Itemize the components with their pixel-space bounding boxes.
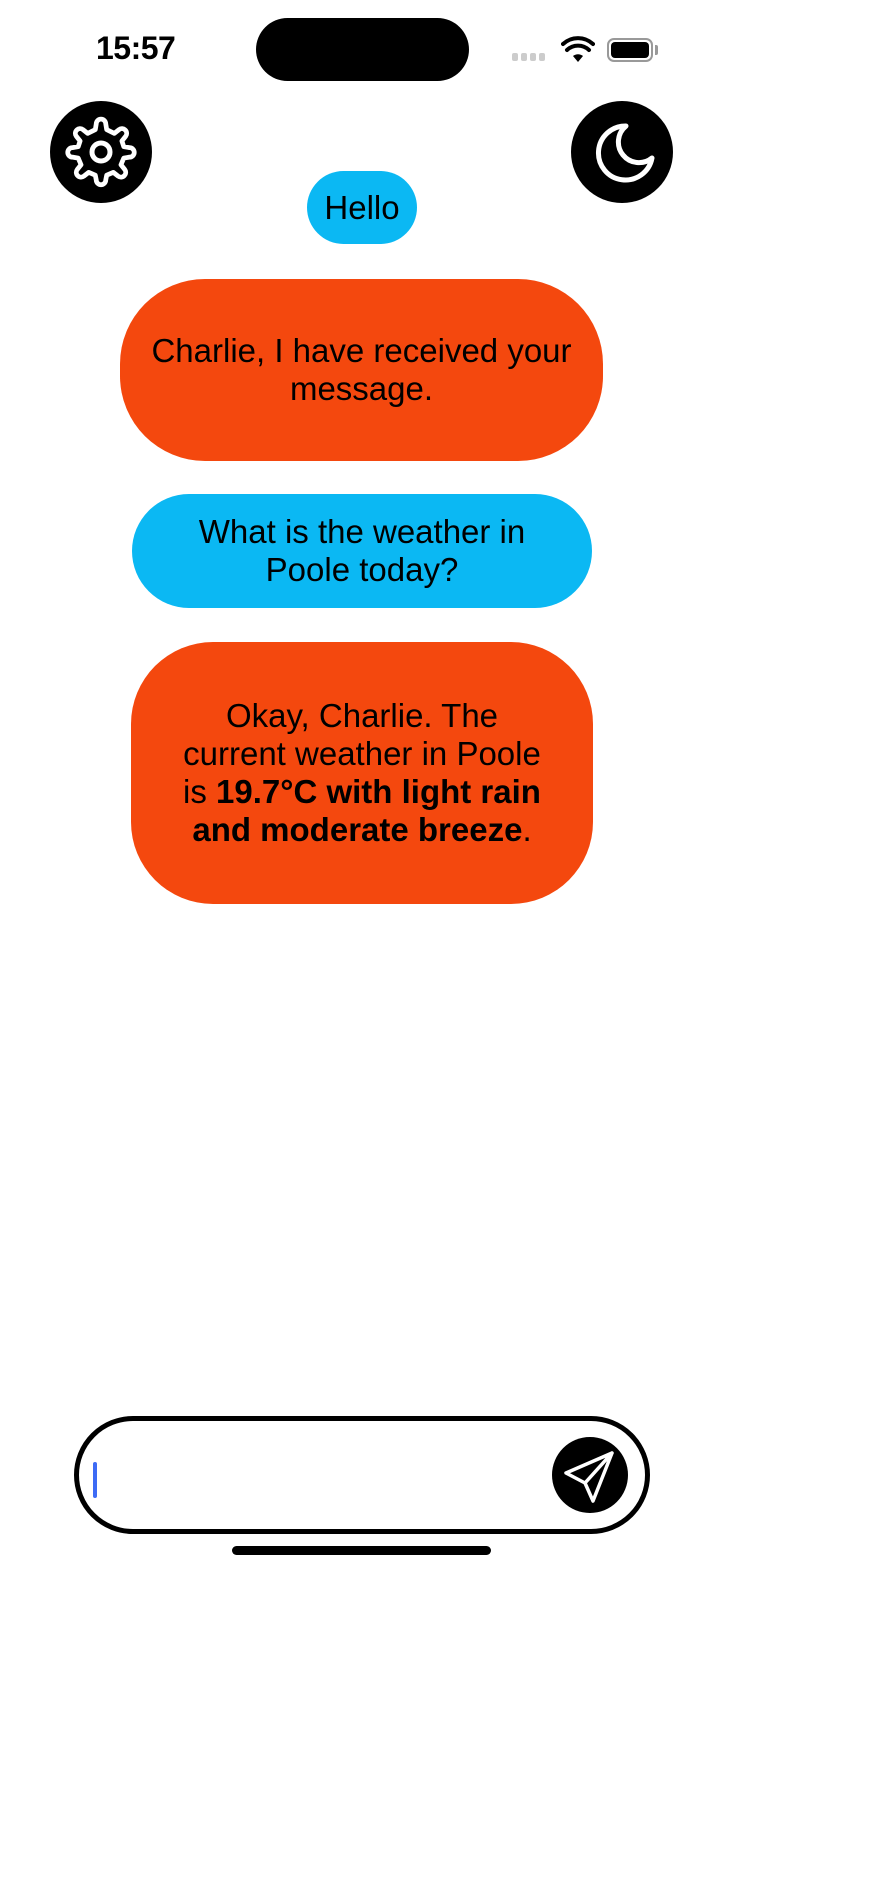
gear-icon bbox=[65, 116, 137, 188]
cellular-signal-icon bbox=[512, 53, 545, 61]
paper-plane-icon bbox=[564, 1451, 614, 1503]
theme-toggle-button[interactable] bbox=[571, 101, 673, 203]
battery-icon bbox=[607, 38, 653, 62]
text-cursor bbox=[93, 1462, 97, 1498]
wifi-icon bbox=[561, 36, 595, 69]
message-bold-text: 19.7°C with light rain and moderate bree… bbox=[192, 773, 541, 848]
user-message: Hello bbox=[307, 171, 417, 244]
assistant-message: Charlie, I have received your message. bbox=[120, 279, 603, 461]
status-time: 15:57 bbox=[96, 30, 176, 66]
settings-button[interactable] bbox=[50, 101, 152, 203]
send-button[interactable] bbox=[552, 1437, 628, 1513]
home-indicator[interactable] bbox=[232, 1546, 491, 1555]
dynamic-island bbox=[256, 18, 469, 81]
moon-icon bbox=[595, 123, 655, 183]
user-message: What is the weather in Poole today? bbox=[132, 494, 592, 608]
battery-tip bbox=[655, 45, 658, 55]
message-text: . bbox=[522, 811, 532, 848]
assistant-message: Okay, Charlie. The current weather in Po… bbox=[131, 642, 593, 904]
